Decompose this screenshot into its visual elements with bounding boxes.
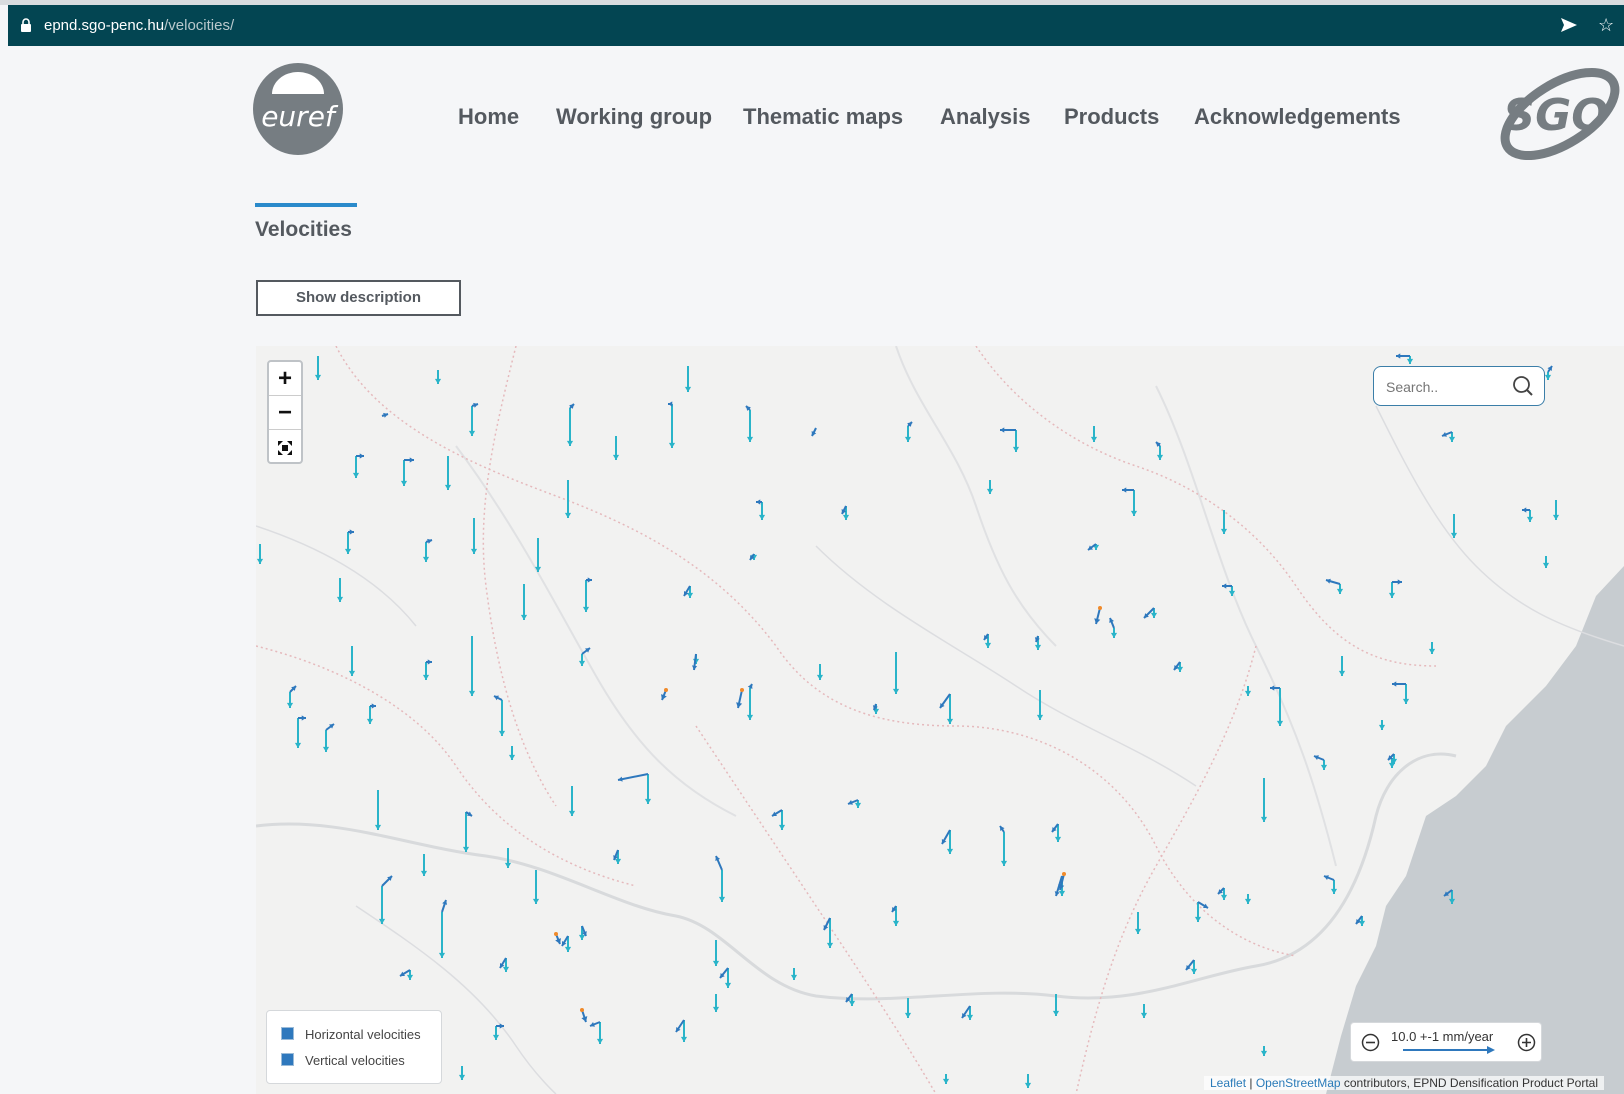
zoom-control: + − xyxy=(267,360,303,464)
euref-logo-text: euref xyxy=(261,100,339,133)
fullscreen-button[interactable] xyxy=(269,430,301,463)
send-icon[interactable] xyxy=(1560,17,1578,33)
show-description-button[interactable]: Show description xyxy=(256,280,461,316)
legend-vertical-label: Vertical velocities xyxy=(305,1053,405,1068)
url-host: epnd.sgo-penc.hu xyxy=(44,17,165,34)
lock-icon xyxy=(21,18,31,32)
nav-products[interactable]: Products xyxy=(1064,104,1159,130)
nav-working-group[interactable]: Working group xyxy=(556,104,712,130)
velocity-scale-control: 10.0 +-1 mm/year xyxy=(1350,1022,1542,1062)
legend-horizontal-label: Horizontal velocities xyxy=(305,1027,421,1042)
sgo-logo[interactable]: SGO xyxy=(1494,56,1624,166)
legend-vertical-checkbox[interactable] xyxy=(281,1053,294,1066)
openstreetmap-link[interactable]: OpenStreetMap xyxy=(1256,1076,1341,1090)
url-path: /velocities/ xyxy=(164,17,235,34)
map-basemap[interactable] xyxy=(256,346,1624,1094)
legend-horizontal-checkbox[interactable] xyxy=(281,1027,294,1040)
velocity-map[interactable]: + − Horizontal velocities Vertical veloc… xyxy=(256,346,1624,1094)
browser-address-bar[interactable]: epnd.sgo-penc.hu/velocities/ ☆ xyxy=(8,5,1624,46)
euref-logo[interactable]: euref xyxy=(252,60,344,156)
attribution-separator: | xyxy=(1246,1076,1256,1090)
fullscreen-icon xyxy=(278,440,292,455)
title-underline xyxy=(255,203,357,207)
scale-increase-icon[interactable] xyxy=(1517,1033,1536,1052)
map-legend: Horizontal velocities Vertical velocitie… xyxy=(266,1010,442,1084)
scale-arrow xyxy=(1403,1046,1495,1054)
nav-home[interactable]: Home xyxy=(458,104,519,130)
legend-vertical[interactable]: Vertical velocities xyxy=(281,1053,405,1068)
nav-analysis[interactable]: Analysis xyxy=(940,104,1031,130)
star-icon[interactable]: ☆ xyxy=(1598,15,1614,36)
zoom-in-button[interactable]: + xyxy=(269,362,301,396)
map-attribution: Leaflet | OpenStreetMap contributors, EP… xyxy=(1204,1076,1604,1090)
map-search-box xyxy=(1373,366,1545,406)
scale-label: 10.0 +-1 mm/year xyxy=(1391,1029,1494,1044)
legend-horizontal[interactable]: Horizontal velocities xyxy=(281,1027,421,1042)
scale-decrease-icon[interactable] xyxy=(1361,1033,1380,1052)
page-title: Velocities xyxy=(255,218,352,241)
nav-thematic-maps[interactable]: Thematic maps xyxy=(743,104,903,130)
attribution-text: contributors, EPND Densification Product… xyxy=(1340,1076,1598,1090)
address-url[interactable]: epnd.sgo-penc.hu/velocities/ xyxy=(44,17,234,34)
sgo-logo-text: SGO xyxy=(1503,90,1608,141)
search-icon[interactable] xyxy=(1512,375,1534,397)
leaflet-link[interactable]: Leaflet xyxy=(1210,1076,1246,1090)
zoom-out-button[interactable]: − xyxy=(269,396,301,430)
map-search-input[interactable] xyxy=(1384,375,1508,399)
nav-acknowledgements[interactable]: Acknowledgements xyxy=(1194,104,1401,130)
